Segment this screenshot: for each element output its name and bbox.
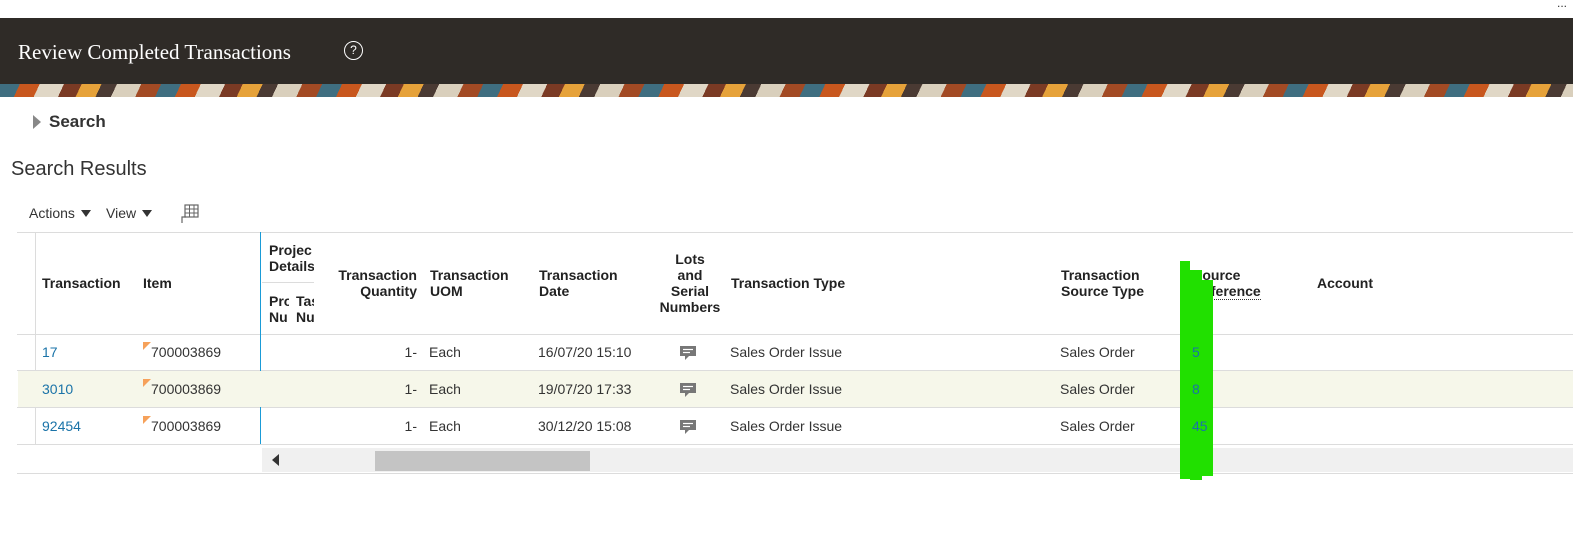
highlight-marker [1180,261,1190,479]
item-cell: 700003869 [143,342,222,360]
header-line: Transaction [1061,267,1140,283]
header-line: Quantity [360,283,417,299]
search-section-toggle[interactable]: Search [33,112,106,132]
chevron-down-icon [142,209,153,217]
source-reference-link[interactable]: 45 [1192,418,1208,434]
date-cell: 19/07/20 17:33 [538,381,632,397]
frozen-column-divider [260,232,261,444]
header-line: Transaction [338,267,417,283]
highlight-marker [1201,280,1213,476]
source-type-cell: Sales Order [1060,381,1135,397]
header-line: Pro [269,293,289,309]
column-header-quantity[interactable]: Transaction Quantity [320,267,417,299]
header-line: Nu [269,309,288,325]
column-header-item[interactable]: Item [143,275,172,291]
table-top-border [17,232,1573,233]
flag-icon [143,342,151,350]
source-type-cell: Sales Order [1060,344,1135,360]
column-header-project-number[interactable]: Pro Nu [269,293,289,325]
header-line: and [677,267,703,283]
lots-serial-details-icon[interactable] [679,419,697,435]
decorative-banner [0,84,1573,97]
column-header-source-type[interactable]: Transaction Source Type [1061,267,1144,299]
help-icon[interactable]: ? [344,41,363,60]
quantity-cell: 1- [404,381,417,397]
transaction-type-cell: Sales Order Issue [730,344,843,360]
table-bottom-border [17,473,1573,474]
header-line: Lots [675,251,705,267]
header-line: Source Type [1061,283,1144,299]
actions-label: Actions [29,205,75,221]
page-header: Review Completed Transactions ? [0,18,1573,84]
date-cell: 16/07/20 15:10 [538,344,632,360]
transaction-link[interactable]: 92454 [42,418,81,434]
header-line: Numbers [659,299,721,315]
column-header-lots-serial[interactable]: Lots and Serial Numbers [657,251,723,315]
column-header-account[interactable]: Account [1317,275,1373,291]
group-header-line: Projec [269,242,312,258]
uom-cell: Each [429,344,461,360]
source-reference-link[interactable]: 8 [1192,381,1200,397]
chevron-down-icon [80,209,91,217]
header-line: Date [539,283,570,299]
scroll-left-arrow-icon[interactable] [272,454,279,466]
row-divider [17,407,1573,408]
view-label: View [106,205,137,221]
column-header-transaction-type[interactable]: Transaction Type [731,275,845,291]
header-line: Nu [296,309,314,325]
search-section-label: Search [49,112,106,131]
column-header-date[interactable]: Transaction Date [539,267,618,299]
item-cell: 700003869 [143,416,222,434]
date-cell: 30/12/20 15:08 [538,418,632,434]
actions-menu-button[interactable]: Actions [29,205,91,221]
header-line: UOM [430,283,463,299]
view-menu-button[interactable]: View [106,205,153,221]
column-group-project-details[interactable]: Projec Details [269,242,314,274]
item-cell: 700003869 [143,379,222,397]
quantity-cell: 1- [404,344,417,360]
header-line: Transaction [539,267,618,283]
header-line: Serial [670,283,710,299]
lots-serial-details-icon[interactable] [679,345,697,361]
flag-icon [143,416,151,424]
lots-serial-details-icon[interactable] [679,382,697,398]
transaction-type-cell: Sales Order Issue [730,418,843,434]
header-bottom-border [17,334,1573,335]
quantity-cell: 1- [404,418,417,434]
row-header-divider [35,232,36,444]
source-reference-link[interactable]: 5 [1192,344,1200,360]
item-number: 700003869 [151,344,222,360]
group-header-divider [262,282,314,283]
header-line: Tas [296,293,314,309]
flag-icon [143,379,151,387]
expand-triangle-icon [33,115,41,129]
transaction-link[interactable]: 3010 [42,381,73,397]
scrollbar-thumb[interactable] [375,451,590,471]
row-divider [17,444,1573,445]
uom-cell: Each [429,418,461,434]
transaction-link[interactable]: 17 [42,344,58,360]
transaction-type-cell: Sales Order Issue [730,381,843,397]
uom-cell: Each [429,381,461,397]
item-number: 700003869 [151,418,222,434]
column-header-task-number[interactable]: Tas Nu [296,293,314,325]
source-type-cell: Sales Order [1060,418,1135,434]
page-title: Review Completed Transactions [18,40,291,64]
group-header-line: Details [269,258,314,274]
column-header-transaction[interactable]: Transaction [42,275,121,291]
header-line: Transaction [430,267,509,283]
search-results-title: Search Results [11,158,147,180]
item-number: 700003869 [151,381,222,397]
window-overflow-indicator: ... [1556,0,1567,10]
column-header-uom[interactable]: Transaction UOM [430,267,509,299]
detach-table-icon[interactable] [180,203,200,225]
